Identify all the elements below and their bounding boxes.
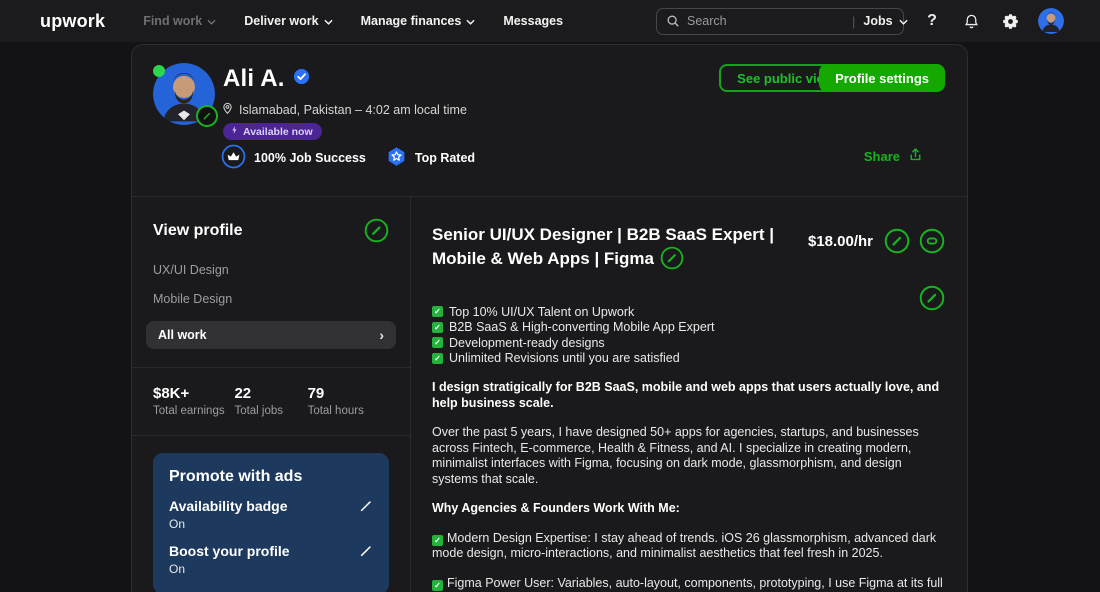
overview-paragraph: Over the past 5 years, I have designed 5…: [432, 425, 919, 486]
edit-boost-profile-button[interactable]: [359, 544, 373, 558]
top-nav: upwork Find work Deliver work Manage fin…: [0, 0, 1100, 42]
top-rated-shield-icon: [386, 146, 407, 170]
overview-check-paragraph: Modern Design Expertise: I stay ahead of…: [432, 531, 948, 562]
sidebar-heading: View profile: [153, 221, 243, 239]
boost-profile-setting: Boost your profile: [169, 543, 290, 559]
nav-item-deliver-work[interactable]: Deliver work: [244, 14, 333, 28]
share-link[interactable]: Share: [864, 146, 924, 166]
nav-item-manage-finances[interactable]: Manage finances: [361, 14, 476, 28]
stat-total-jobs: 22 Total jobs: [234, 385, 284, 417]
user-avatar[interactable]: [1038, 8, 1064, 34]
primary-nav: Find work Deliver work Manage finances M…: [143, 14, 563, 28]
sidebar-item-uxui-design[interactable]: UX/UI Design: [153, 263, 389, 277]
online-status-dot: [153, 65, 165, 77]
chevron-right-icon: [379, 327, 384, 343]
overview-intro: I design stratigically for B2B SaaS, mob…: [432, 380, 940, 410]
lightning-bolt-icon: [230, 125, 239, 138]
search-scope-divider: |: [852, 13, 856, 29]
check-icon: [432, 306, 443, 318]
checklist-item: Unlimited Revisions until you are satisf…: [432, 351, 945, 367]
sidebar-item-mobile-design[interactable]: Mobile Design: [153, 292, 389, 306]
sidebar-divider: [132, 435, 410, 436]
chevron-down-icon: [207, 14, 216, 28]
nav-item-find-work[interactable]: Find work: [143, 14, 216, 28]
verified-badge-icon: [293, 68, 310, 90]
stat-total-earnings: $8K+ Total earnings: [153, 385, 225, 417]
job-title: Senior UI/UX Designer | B2B SaaS Expert …: [432, 225, 775, 270]
profile-name: Ali A.: [223, 65, 285, 92]
profile-header: Ali A. Islamabad, Pakistan – 4:02 am loc…: [132, 45, 967, 196]
top-rated-badge: Top Rated: [386, 146, 475, 170]
search-scope-dropdown[interactable]: Jobs: [863, 14, 909, 28]
upwork-logo[interactable]: upwork: [40, 11, 105, 32]
achievement-badges: 100% Job Success Top Rated: [221, 144, 475, 172]
check-icon: [432, 534, 443, 546]
highlights-checklist: Top 10% UI/UX Talent on Upwork B2B SaaS …: [432, 304, 945, 366]
edit-avatar-button[interactable]: [196, 105, 218, 127]
nav-item-messages[interactable]: Messages: [503, 14, 563, 28]
profile-avatar[interactable]: [153, 63, 218, 127]
global-search[interactable]: | Jobs: [656, 7, 908, 35]
availability-badge[interactable]: Available now: [223, 123, 322, 140]
job-success-badge: 100% Job Success: [221, 144, 366, 172]
availability-badge-status: On: [169, 517, 186, 531]
availability-badge-setting: Availability badge: [169, 498, 288, 514]
edit-availability-badge-button[interactable]: [359, 499, 373, 513]
profile-overview-section: Senior UI/UX Designer | B2B SaaS Expert …: [412, 197, 967, 592]
sidebar-item-all-work[interactable]: All work: [146, 321, 396, 349]
settings-gear-icon[interactable]: [999, 10, 1021, 32]
checklist-item: Development-ready designs: [432, 335, 945, 351]
chevron-down-icon: [323, 14, 333, 28]
overview-why-heading: Why Agencies & Founders Work With Me:: [432, 501, 680, 515]
location-row: Islamabad, Pakistan – 4:02 am local time: [221, 101, 467, 118]
chevron-down-icon: [466, 14, 475, 28]
search-icon: [666, 14, 680, 28]
search-input[interactable]: [687, 14, 848, 28]
profile-card: Ali A. Islamabad, Pakistan – 4:02 am loc…: [131, 44, 968, 592]
help-icon[interactable]: [921, 10, 943, 32]
check-icon: [432, 321, 443, 333]
check-icon: [432, 579, 443, 591]
checklist-item: B2B SaaS & High-converting Mobile App Ex…: [432, 320, 945, 336]
share-icon: [907, 146, 924, 166]
stats-row: $8K+ Total earnings 22 Total jobs 79 Tot…: [153, 385, 389, 417]
edit-overview-button[interactable]: [919, 285, 945, 316]
promote-with-ads-card: Promote with ads Availability badge On B…: [153, 453, 389, 592]
hourly-rate: $18.00/hr: [807, 232, 873, 250]
edit-title-button[interactable]: [660, 246, 684, 270]
promote-heading: Promote with ads: [169, 468, 303, 485]
notifications-bell-icon[interactable]: [960, 10, 982, 32]
overview-check-paragraph: Figma Power User: Variables, auto-layout…: [432, 576, 948, 592]
check-icon: [432, 337, 443, 349]
check-icon: [432, 352, 443, 364]
boost-profile-status: On: [169, 562, 186, 576]
location-text: Islamabad, Pakistan – 4:02 am local time: [239, 102, 467, 117]
sidebar-divider: [132, 367, 410, 368]
hourly-rate-group: $18.00/hr: [808, 223, 945, 254]
share-rate-link-icon[interactable]: [919, 228, 945, 254]
view-profile-sidebar: View profile UX/UI Design Mobile Design …: [132, 197, 411, 592]
chevron-down-icon: [898, 14, 908, 28]
stat-total-hours: 79 Total hours: [307, 385, 364, 417]
edit-profile-sections-button[interactable]: [364, 218, 389, 243]
nav-right-cluster: | Jobs: [656, 7, 1064, 35]
location-pin-icon: [221, 101, 234, 118]
checklist-item: Top 10% UI/UX Talent on Upwork: [432, 304, 945, 320]
crown-icon: [221, 144, 246, 172]
edit-rate-button[interactable]: [884, 228, 910, 254]
profile-settings-button[interactable]: Profile settings: [819, 64, 945, 92]
